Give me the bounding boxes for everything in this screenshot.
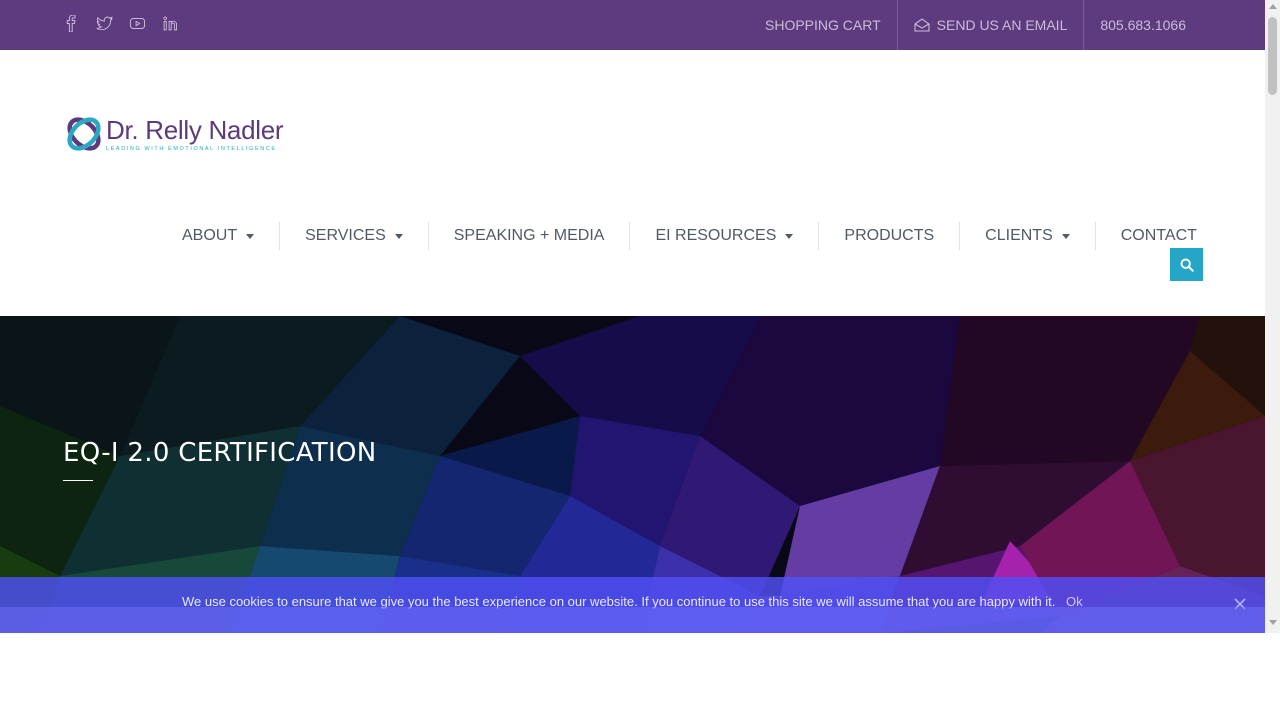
nav-item-speaking-media[interactable]: SPEAKING + MEDIA <box>427 222 630 250</box>
top-bar: SHOPPING CART SEND US AN EMAIL 805.683.1… <box>0 0 1265 50</box>
shopping-cart-label: SHOPPING CART <box>765 17 881 33</box>
facebook-icon[interactable] <box>62 14 80 32</box>
email-label: SEND US AN EMAIL <box>936 17 1068 33</box>
nav-label: CLIENTS <box>985 227 1053 244</box>
chevron-down-icon <box>394 233 403 239</box>
nav-label: ABOUT <box>182 227 238 244</box>
scroll-down-icon[interactable] <box>1269 620 1277 625</box>
shopping-cart-link[interactable]: SHOPPING CART <box>749 0 897 50</box>
nav-item-contact[interactable]: CONTACT <box>1094 222 1222 250</box>
logo-tagline: LEADING WITH EMOTIONAL INTELLIGENCE <box>106 145 277 152</box>
phone-link[interactable]: 805.683.1066 <box>1083 0 1202 50</box>
chevron-down-icon <box>785 233 794 239</box>
search-icon <box>1180 258 1194 272</box>
title-underline <box>63 480 93 481</box>
main-nav: ABOUT SERVICES SPEAKING + MEDIA EI RESOU… <box>157 222 1222 250</box>
social-links <box>62 14 179 32</box>
cookie-ok-button[interactable]: Ok <box>1066 594 1083 609</box>
nav-item-services[interactable]: SERVICES <box>279 222 428 250</box>
phone-number: 805.683.1066 <box>1100 17 1186 33</box>
search-button[interactable] <box>1170 248 1203 281</box>
nav-label: CONTACT <box>1120 227 1197 244</box>
nav-label: PRODUCTS <box>844 227 935 244</box>
youtube-icon[interactable] <box>128 14 146 32</box>
logo-name: Dr. Relly Nadler <box>106 114 284 145</box>
twitter-icon[interactable] <box>95 14 113 32</box>
top-links: SHOPPING CART SEND US AN EMAIL 805.683.1… <box>749 0 1202 50</box>
envelope-icon <box>914 18 930 32</box>
cookie-text: We use cookies to ensure that we give yo… <box>182 594 1056 609</box>
site-header: Dr. Relly Nadler LEADING WITH EMOTIONAL … <box>0 50 1265 316</box>
close-icon[interactable] <box>1233 597 1247 611</box>
nav-label: SPEAKING + MEDIA <box>453 227 605 244</box>
linkedin-icon[interactable] <box>161 14 179 32</box>
scroll-up-icon[interactable] <box>1269 4 1277 9</box>
logo-mark-icon <box>67 117 101 151</box>
page-title: EQ-I 2.0 CERTIFICATION <box>63 438 377 468</box>
nav-label: SERVICES <box>305 227 386 244</box>
nav-label: EI RESOURCES <box>655 227 777 244</box>
scrollbar-thumb[interactable] <box>1268 17 1277 95</box>
page-scrollbar[interactable] <box>1265 0 1280 633</box>
email-link[interactable]: SEND US AN EMAIL <box>896 0 1084 50</box>
chevron-down-icon <box>1061 233 1070 239</box>
nav-item-clients[interactable]: CLIENTS <box>959 222 1095 250</box>
chevron-down-icon <box>246 233 255 239</box>
nav-item-about[interactable]: ABOUT <box>157 222 279 250</box>
site-logo[interactable]: Dr. Relly Nadler LEADING WITH EMOTIONAL … <box>64 112 294 156</box>
nav-item-ei-resources[interactable]: EI RESOURCES <box>629 222 818 250</box>
cookie-notice: We use cookies to ensure that we give yo… <box>0 577 1265 633</box>
nav-item-products[interactable]: PRODUCTS <box>818 222 959 250</box>
